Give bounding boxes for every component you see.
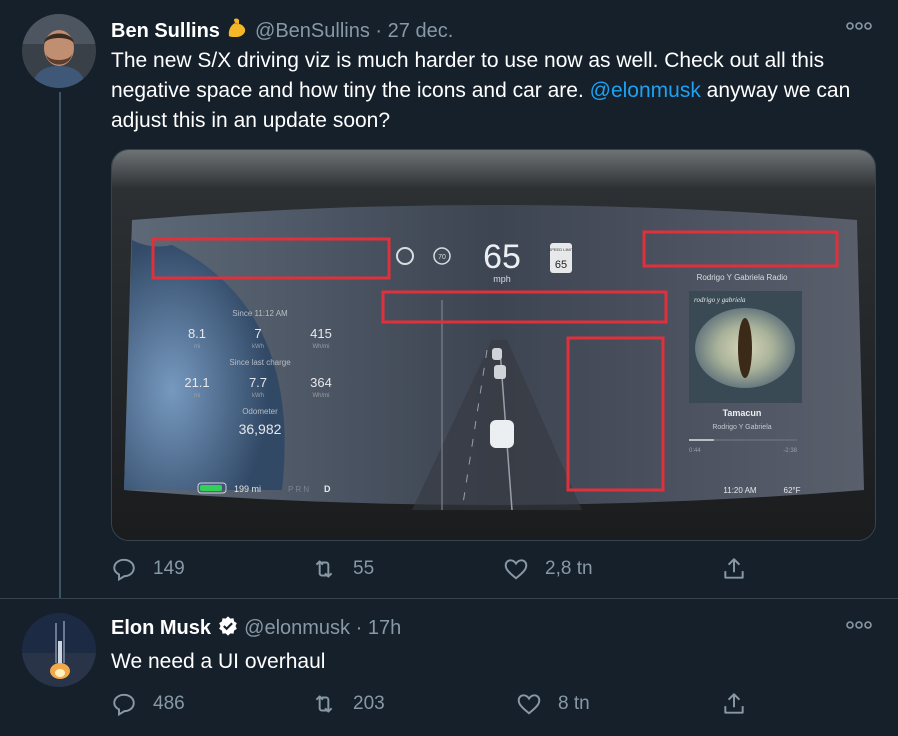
tweet-header: Ben Sullins @BenSullins · 27 dec. (111, 16, 453, 47)
author-handle[interactable]: @elonmusk (244, 617, 350, 639)
lead-vehicle (494, 365, 506, 379)
gear-selector: P R N (288, 485, 309, 494)
charge-efficiency: 364 (310, 375, 332, 390)
separator-dot: · (355, 617, 363, 639)
tweet-actions: 149 55 2,8 tn (111, 556, 751, 586)
tweet-date[interactable]: 17h (368, 617, 401, 639)
avatar[interactable] (22, 14, 96, 88)
own-car-icon (490, 420, 514, 448)
retweet-count: 203 (353, 693, 385, 714)
tweet-actions: 486 203 8 tn (111, 691, 751, 721)
tweet-date[interactable]: 27 dec. (388, 20, 454, 42)
song-artist: Rodrigo Y Gabriela (712, 424, 771, 431)
like-count: 2,8 tn (545, 558, 593, 579)
more-options-icon[interactable] (846, 613, 872, 636)
charge-distance-unit: mi (194, 393, 200, 399)
retweet-button[interactable]: 203 (311, 691, 385, 717)
flexed-biceps-icon (225, 16, 249, 47)
reply-button[interactable]: 149 (111, 556, 185, 582)
odometer: 36,982 (239, 421, 282, 437)
share-button[interactable] (721, 691, 763, 717)
reply-button[interactable]: 486 (111, 691, 185, 717)
author-handle[interactable]: @BenSullins (255, 20, 370, 42)
tweet-text: The new S/X driving viz is much harder t… (111, 46, 881, 136)
range: 199 mi (234, 484, 261, 494)
more-options-icon[interactable] (846, 14, 872, 37)
song-title: Tamacun (723, 408, 762, 418)
retweet-icon (315, 695, 333, 713)
retweet-count: 55 (353, 558, 375, 579)
share-button[interactable] (721, 556, 763, 582)
temperature: 62°F (784, 486, 801, 495)
speed-limit-title: SPEED LIMIT (549, 247, 574, 252)
clock: 11:20 AM (723, 486, 757, 495)
speed-unit: mph (493, 274, 511, 284)
since-charge: Since last charge (229, 358, 291, 367)
remaining-time: -2:38 (783, 448, 797, 454)
reply-icon (113, 558, 135, 582)
tweet-header: Elon Musk @elonmusk · 17h (111, 615, 401, 644)
retweet-button[interactable]: 55 (311, 556, 374, 582)
mention-link[interactable]: @elonmusk (590, 79, 701, 102)
charge-energy: 7.7 (249, 375, 267, 390)
speed-readout: 65 (483, 238, 521, 276)
author-name[interactable]: Elon Musk (111, 617, 211, 639)
tweet-ben-sullins[interactable]: Ben Sullins @BenSullins · 27 dec. The ne… (0, 0, 898, 598)
trip-efficiency: 415 (310, 326, 332, 341)
trip-efficiency-unit: Wh/mi (313, 344, 330, 350)
reply-icon (113, 693, 135, 717)
trip-distance: 8.1 (188, 326, 206, 341)
trip-energy-unit: kWh (252, 344, 264, 350)
album-text: rodrigo y gabriela (694, 296, 746, 304)
reply-count: 486 (153, 693, 185, 714)
trip-energy: 7 (254, 326, 261, 341)
tweet-elon-musk[interactable]: Elon Musk @elonmusk · 17h We need a UI o… (0, 599, 898, 736)
like-count: 8 tn (558, 693, 590, 714)
charge-energy-unit: kWh (252, 393, 264, 399)
tweet-text: We need a UI overhaul (111, 650, 326, 673)
reply-count: 149 (153, 558, 185, 579)
share-icon (724, 693, 744, 714)
retweet-icon (315, 560, 333, 578)
tweet-media-photo[interactable]: 70 65 mph SPEED LIMIT 65 Since 11:12 AM … (111, 149, 876, 541)
separator-dot: · (375, 19, 383, 42)
radio-station: Rodrigo Y Gabriela Radio (697, 273, 788, 282)
verified-badge-icon (217, 615, 239, 644)
odometer-label: Odometer (242, 407, 278, 416)
since-time: Since 11:12 AM (232, 309, 288, 318)
like-button[interactable]: 2,8 tn (503, 556, 593, 582)
trip-distance-unit: mi (194, 344, 200, 350)
lead-vehicle (492, 348, 502, 360)
charge-efficiency-unit: Wh/mi (313, 393, 330, 399)
charge-distance: 21.1 (184, 375, 209, 390)
author-name[interactable]: Ben Sullins (111, 20, 220, 42)
avatar[interactable] (22, 613, 96, 687)
gear-active: D (324, 484, 331, 494)
set-speed: 70 (438, 254, 446, 261)
speed-limit: 65 (555, 259, 567, 271)
heart-icon (504, 559, 528, 580)
share-icon (724, 558, 744, 579)
elapsed-time: 0:44 (689, 448, 701, 454)
like-button[interactable]: 8 tn (516, 691, 590, 717)
heart-icon (517, 694, 541, 715)
